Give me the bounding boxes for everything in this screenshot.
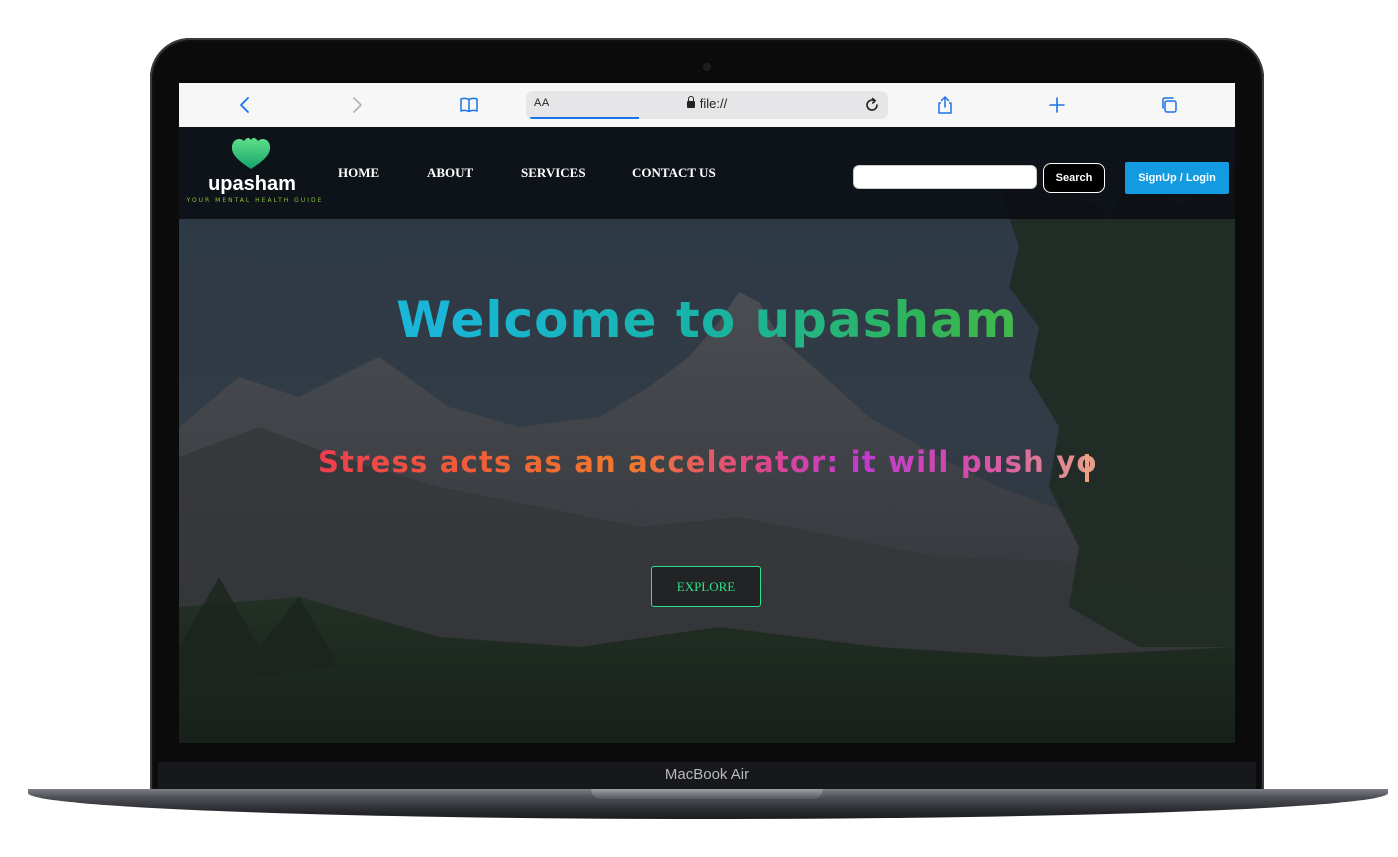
bookmarks-button[interactable] [455, 91, 483, 119]
forward-button[interactable] [343, 91, 371, 119]
plus-icon [1049, 97, 1065, 113]
screen: AA file:// upasham YOUR MENTAL HEALTH GU… [179, 83, 1235, 743]
nav-home[interactable]: HOME [338, 165, 379, 181]
site-navbar: upasham YOUR MENTAL HEALTH GUIDE HOME AB… [179, 127, 1235, 219]
hero-background-image [179, 127, 1235, 743]
back-button[interactable] [231, 91, 259, 119]
heart-leaf-logo-icon[interactable] [229, 135, 273, 171]
nav-about[interactable]: ABOUT [427, 165, 473, 181]
nav-contact-us[interactable]: CONTACT US [632, 165, 716, 181]
hero-title: Welcome to upasham [179, 291, 1235, 349]
camera [704, 64, 710, 70]
search-button[interactable]: Search [1043, 163, 1105, 193]
model-label: MacBook Air [664, 766, 750, 783]
share-button[interactable] [931, 91, 959, 119]
book-icon [460, 97, 478, 113]
search-input[interactable] [853, 165, 1037, 189]
chevron-right-icon [353, 97, 362, 113]
typing-cursor [1085, 454, 1089, 482]
share-icon [938, 96, 952, 114]
website: upasham YOUR MENTAL HEALTH GUIDE HOME AB… [179, 127, 1235, 743]
explore-button[interactable]: EXPLORE [651, 566, 761, 607]
reload-icon[interactable] [862, 95, 882, 115]
url-display[interactable]: file:// [526, 96, 888, 111]
logo-tagline: YOUR MENTAL HEALTH GUIDE [186, 197, 324, 204]
laptop-hinge-notch [591, 789, 823, 799]
browser-toolbar: AA file:// [179, 83, 1235, 128]
logo-wordmark[interactable]: upasham [197, 173, 307, 196]
signup-login-button[interactable]: SignUp / Login [1125, 162, 1229, 194]
new-tab-button[interactable] [1043, 91, 1071, 119]
tabs-overview-button[interactable] [1155, 91, 1183, 119]
chevron-left-icon [240, 97, 249, 113]
nav-services[interactable]: SERVICES [521, 165, 586, 181]
address-bar[interactable]: AA file:// [526, 91, 888, 119]
load-progress-bar [530, 117, 639, 119]
lock-icon [686, 96, 695, 108]
tabs-icon [1162, 97, 1177, 113]
hero-subtitle-typewriter: Stress acts as an accelerator: it will p… [318, 445, 1118, 485]
url-text: file:// [699, 96, 728, 111]
